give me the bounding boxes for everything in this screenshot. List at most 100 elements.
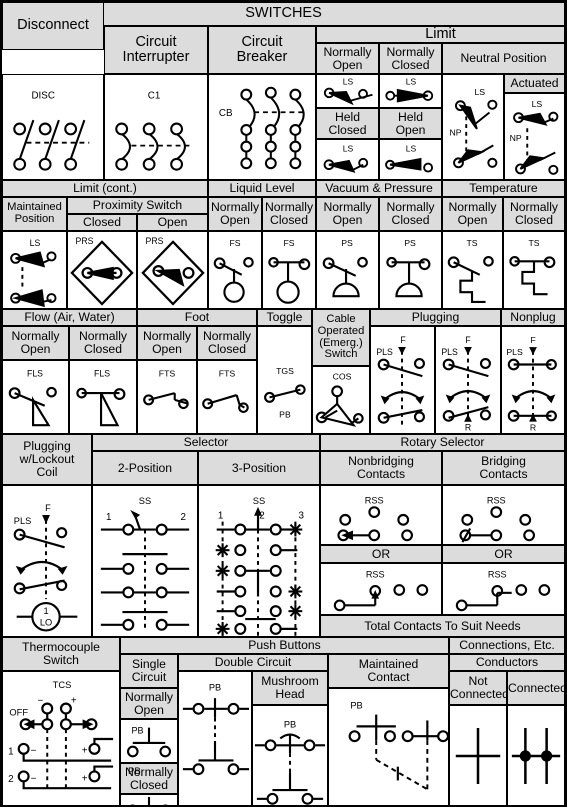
header-flow-nc-line2: Closed [84,342,122,356]
header-selector: Selector [92,434,320,451]
symbol-double-circuit: PB [178,671,252,805]
symbol-actuated-np-label: NP [510,133,522,143]
symbol-dc-pb: PB [209,682,221,692]
header-connected-label: Connected [508,680,565,695]
symbol-limit-normally-closed: LS [379,74,442,108]
symbol-circuit-interrupter-label: C1 [148,91,161,102]
symbol-selector-3position: SS 1 2 3 [198,485,320,637]
switches-symbol-chart: SWITCHES Disconnect DISC Circuit Interru… [0,0,567,807]
header-limit-no-line2: Open [332,57,363,72]
header-liquid-level-no: Normally Open [208,197,262,231]
header-proximity-label: Proximity Switch [92,198,183,213]
symbol-plugging-b-r: R [465,422,471,432]
header-conductors-label: Conductors [475,655,539,670]
symbol-flow-nc-label: FLS [94,369,110,379]
header-foot-label: Foot [184,310,210,325]
symbol-tcs-m3: − [31,773,37,784]
header-nonbridging-or-label: OR [371,546,391,561]
header-temperature-label: Temperature [469,181,538,196]
symbol-nonbridging-rss: RSS [365,495,384,505]
header-temp-nc-line2: Closed [515,213,553,227]
header-2position-label: 2-Position [117,460,173,475]
header-limit-held-open: Held Open [379,108,442,139]
header-limit: Limit [316,26,565,43]
header-liquid-level-nc: Normally Closed [262,197,316,231]
header-circuit-interrupter-line1: Circuit [135,33,177,50]
symbol-disconnect: DISC [2,74,104,180]
symbol-toggle-label-tgs: TGS [276,366,294,376]
header-mushroom-line2: Head [275,687,305,701]
symbol-temp-no-label: TS [466,238,477,248]
symbol-thermocouple-switch: TCS OFF 1 2 − + − + − + [2,671,120,805]
symbol-flow-no: FLS [2,360,69,434]
header-ll-no-line2: Open [220,213,250,227]
symbol-bridging-contacts: RSS [442,485,565,545]
header-flow-no: Normally Open [2,326,69,360]
symbol-tcs-off: OFF [9,707,28,717]
symbol-temp-nc-label: TS [528,238,539,248]
symbol-ll-no-label: FS [229,238,240,248]
header-maintained-line1: Maintained [7,201,62,214]
symbol-ll-nc-label: FS [283,238,294,248]
header-vacuum-pressure-label: Vacuum & Pressure [325,181,433,196]
symbol-mc-pb: PB [350,701,362,711]
symbol-foot-no-label: FTS [159,369,176,379]
symbol-flow-nc: FLS [69,360,137,434]
symbol-single-circuit-nc [120,794,178,805]
header-cable-line4: Switch [324,348,358,361]
symbol-temperature-nc: TS [503,231,565,309]
symbol-lockout-coil-num: 1 [43,606,48,616]
header-temperature: Temperature [442,180,565,197]
header-limit-hc-line2: Closed [328,122,367,137]
header-limit-actuated-label: Actuated [510,76,559,91]
symbol-vacuum-nc: PS [379,231,442,309]
header-circuit-interrupter-line2: Interrupter [122,49,190,65]
header-temp-no-line2: Open [457,213,488,227]
symbol-limit-neutral-position: LS NP [442,74,504,180]
header-temperature-no: Normally Open [442,197,503,231]
header-proximity-open: Open [137,214,208,231]
symbol-tcs-p3: + [82,773,88,784]
symbol-nonbridging-alt-rss: RSS [366,569,385,579]
header-limit-cont: Limit (cont.) [2,180,208,197]
header-thermocouple-line2: Switch [43,653,79,667]
symbol-plugging-a: F PLS [370,326,435,434]
header-flow-no-line2: Open [20,342,51,356]
header-push-buttons-label: Push Buttons [248,638,321,653]
symbol-tcs-row1: 1 [8,747,13,758]
symbol-limit-actuated: LS NP [504,93,565,180]
header-limit-neutral-position: Neutral Position [442,43,565,74]
header-disconnect-label: Disconnect [17,17,89,34]
header-flow: Flow (Air, Water) [2,309,137,326]
symbol-2pos-ss: SS [139,496,151,506]
header-nonplug: Nonplug [501,309,565,326]
header-foot-no-line2: Open [152,342,182,356]
symbol-toggle-label-pb: PB [279,410,291,420]
header-toggle: Toggle [257,309,312,326]
header-sc-nc-line2: Closed [130,777,168,792]
header-limit-nc-line2: Closed [391,57,430,72]
header-plugging-lockout-line3: Coil [36,464,58,479]
symbol-bridging-rss: RSS [487,495,506,505]
symbol-limit-nc-label: LS [406,76,417,86]
header-thermocouple-switch: Thermocouple Switch [2,637,120,671]
header-liquid-level: Liquid Level [208,180,316,197]
symbol-sc-no-pb: PB [132,725,144,735]
symbol-nonplug-f: F [530,335,535,345]
header-nonplug-label: Nonplug [510,310,556,325]
symbol-3pos-ss: SS [253,496,265,506]
header-bridging-contacts: Bridging Contacts [442,451,565,485]
header-vp-no-line2: Open [332,213,363,227]
symbol-proximity-closed: PRS [67,231,137,309]
symbol-plugging-a-f: F [400,335,405,345]
symbol-plugging-lockout-f: F [45,503,51,513]
header-toggle-label: Toggle [266,310,303,325]
header-selector-3position: 3-Position [198,451,320,485]
symbol-mushroom-head: PB [252,705,328,805]
header-circuit-breaker-line1: Circuit [241,33,283,50]
symbol-actuated-ls-label: LS [532,99,543,109]
symbol-plugging-lockout: F PLS 1 LO [2,485,92,637]
header-circuit-interrupter: Circuit Interrupter [104,26,208,74]
symbol-limit-normally-open: LS [316,74,379,108]
symbol-bridging-alt: RSS [442,563,565,615]
